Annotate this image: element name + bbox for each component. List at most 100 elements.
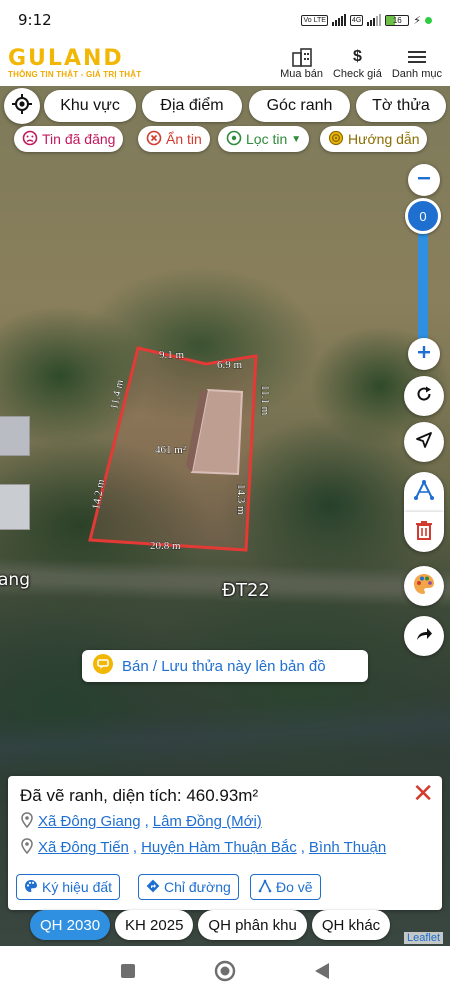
nav-mua-ban[interactable]: Mua bán: [280, 46, 323, 80]
tab-qh-khac[interactable]: QH khác: [311, 910, 391, 940]
tab-qh-phan-khu[interactable]: QH phân khu: [198, 910, 307, 940]
edge-label: 20.8 m: [150, 540, 181, 552]
chat-bubble-icon: [92, 653, 114, 679]
land-symbol-button[interactable]: Ký hiệu đất: [16, 874, 121, 900]
close-icon[interactable]: ✕: [412, 780, 434, 806]
planning-tabs: QH 2030 KH 2025 QH phân khu QH khác: [30, 910, 391, 940]
tag-tin-da-dang-label: Tin đã đăng: [42, 131, 116, 147]
recents-icon[interactable]: [120, 963, 136, 984]
logo-tagline: THÔNG TIN THẬT - GIÁ TRỊ THẬT: [8, 69, 142, 79]
link-commune-old[interactable]: Xã Đông Tiến: [38, 839, 129, 856]
tag-tin-da-dang[interactable]: Tin đã đăng: [14, 126, 124, 152]
tag-loc-tin[interactable]: Lọc tin ▼: [218, 126, 310, 152]
link-province-old[interactable]: Bình Thuận: [309, 839, 386, 856]
refresh-button[interactable]: [404, 376, 444, 416]
tag-an-tin-label: Ẩn tin: [166, 131, 202, 147]
tab-kh-2025[interactable]: KH 2025: [115, 910, 194, 940]
area-label: 461 m²: [155, 444, 187, 456]
battery-icon: 16: [385, 14, 410, 26]
filter-to-thua[interactable]: Tờ thửa: [356, 90, 446, 122]
link-province-new[interactable]: Lâm Đồng (Mới): [153, 813, 262, 830]
nav-danh-muc-label: Danh mục: [391, 68, 442, 80]
network-4g-chip: 4G: [349, 14, 364, 26]
leaflet-attribution[interactable]: Leaflet: [404, 932, 444, 944]
edge-label: 6.9 m: [217, 359, 243, 371]
palette-icon: [412, 572, 436, 601]
parcel-area-title: Đã vẽ ranh, diện tích: 460.93m²: [20, 786, 259, 805]
back-icon[interactable]: [314, 962, 330, 985]
signal-icon-2: [367, 14, 382, 26]
polygon-draw-icon: [413, 479, 435, 506]
navigate-button[interactable]: [404, 422, 444, 462]
app-header: GULAND THÔNG TIN THẬT - GIÁ TRỊ THẬT Mua…: [0, 40, 450, 86]
link-commune-new[interactable]: Xã Đông Giang: [38, 813, 141, 830]
crosshair-icon: [11, 93, 33, 120]
place-label: ang: [0, 570, 30, 590]
location-old-row: Xã Đông Tiến, Huyện Hàm Thuận Bắc, Bình …: [20, 838, 386, 857]
tag-huong-dan[interactable]: Hướng dẫn: [320, 126, 428, 152]
close-circle-icon: [146, 130, 162, 149]
nav-danh-muc[interactable]: Danh mục: [392, 46, 442, 80]
home-icon[interactable]: [214, 960, 236, 987]
save-banner-label: Bán / Lưu thửa này lên bản đồ: [122, 657, 326, 675]
tag-an-tin[interactable]: Ẩn tin: [138, 126, 210, 152]
filter-khu-vuc[interactable]: Khu vực: [44, 90, 136, 122]
privacy-dot-icon: [425, 16, 432, 24]
refresh-icon: [414, 384, 434, 409]
tag-loc-tin-label: Lọc tin: [246, 131, 288, 147]
share-arrow-icon: [414, 624, 434, 649]
guland-logo[interactable]: GULAND THÔNG TIN THẬT - GIÁ TRỊ THẬT: [8, 45, 142, 79]
plus-icon: [416, 344, 432, 365]
delete-drawing-button[interactable]: [404, 512, 444, 552]
directions-icon: [146, 879, 160, 896]
palette-icon: [24, 879, 38, 896]
header-nav: Mua bán $ Check giá Danh mục: [280, 46, 442, 80]
tag-huong-dan-label: Hướng dẫn: [348, 131, 420, 147]
nav-check-gia-label: Check giá: [332, 68, 382, 80]
measure-label: Đo vẽ: [276, 879, 313, 895]
directions-label: Chỉ đường: [164, 879, 231, 895]
status-bar: 9:12 Vo LTE 4G 16 ⚡: [0, 0, 450, 40]
battery-level: 16: [392, 15, 402, 25]
zoom-in-button[interactable]: [408, 338, 440, 370]
edge-label: 14.3 m: [235, 484, 247, 515]
save-parcel-banner[interactable]: Bán / Lưu thửa này lên bản đồ: [82, 650, 368, 682]
map-style-button[interactable]: [404, 566, 444, 606]
measure-draw-icon: [258, 878, 272, 896]
edge-label: 11.1 m: [259, 385, 271, 416]
sad-face-icon: [22, 130, 38, 149]
system-nav-bar: [0, 946, 450, 1000]
trash-icon: [415, 520, 433, 545]
land-symbol-label: Ký hiệu đất: [42, 879, 113, 895]
building-icon: [291, 46, 313, 68]
filter-dia-diem[interactable]: Địa điểm: [142, 90, 242, 122]
location-pin-icon: [20, 838, 34, 857]
tab-qh-2030[interactable]: QH 2030: [30, 910, 111, 940]
navigation-arrow-icon: [414, 430, 434, 455]
status-time: 9:12: [18, 11, 52, 29]
draw-tool-button[interactable]: [404, 472, 444, 512]
status-icons: Vo LTE 4G 16 ⚡: [301, 14, 432, 27]
zoom-slider-handle[interactable]: 0: [405, 198, 441, 234]
link-district-old[interactable]: Huyện Hàm Thuận Bắc: [141, 839, 297, 856]
minus-icon: [416, 170, 432, 191]
logo-text: GULAND: [8, 45, 124, 71]
dollar-icon: $: [352, 48, 362, 65]
zoom-out-button[interactable]: [408, 164, 440, 196]
locate-button[interactable]: [4, 88, 40, 124]
location-pin-icon: [20, 812, 34, 831]
volte-chip-1: Vo LTE: [301, 14, 328, 26]
directions-button[interactable]: Chỉ đường: [138, 874, 239, 900]
location-new-row: Xã Đông Giang, Lâm Đồng (Mới): [20, 812, 262, 831]
parcel-info-panel: Đã vẽ ranh, diện tích: 460.93m² ✕ Xã Đôn…: [8, 776, 442, 910]
menu-icon: [407, 46, 427, 68]
measure-button[interactable]: Đo vẽ: [250, 874, 321, 900]
map-pin-icon: [226, 130, 242, 149]
nav-check-gia[interactable]: $ Check giá: [333, 46, 382, 80]
chevron-down-icon: ▼: [291, 133, 302, 145]
road-label: ĐT22: [222, 580, 270, 601]
share-button[interactable]: [404, 616, 444, 656]
nav-mua-ban-label: Mua bán: [280, 68, 323, 80]
filter-goc-ranh[interactable]: Góc ranh: [249, 90, 350, 122]
charging-icon: ⚡: [413, 14, 421, 27]
